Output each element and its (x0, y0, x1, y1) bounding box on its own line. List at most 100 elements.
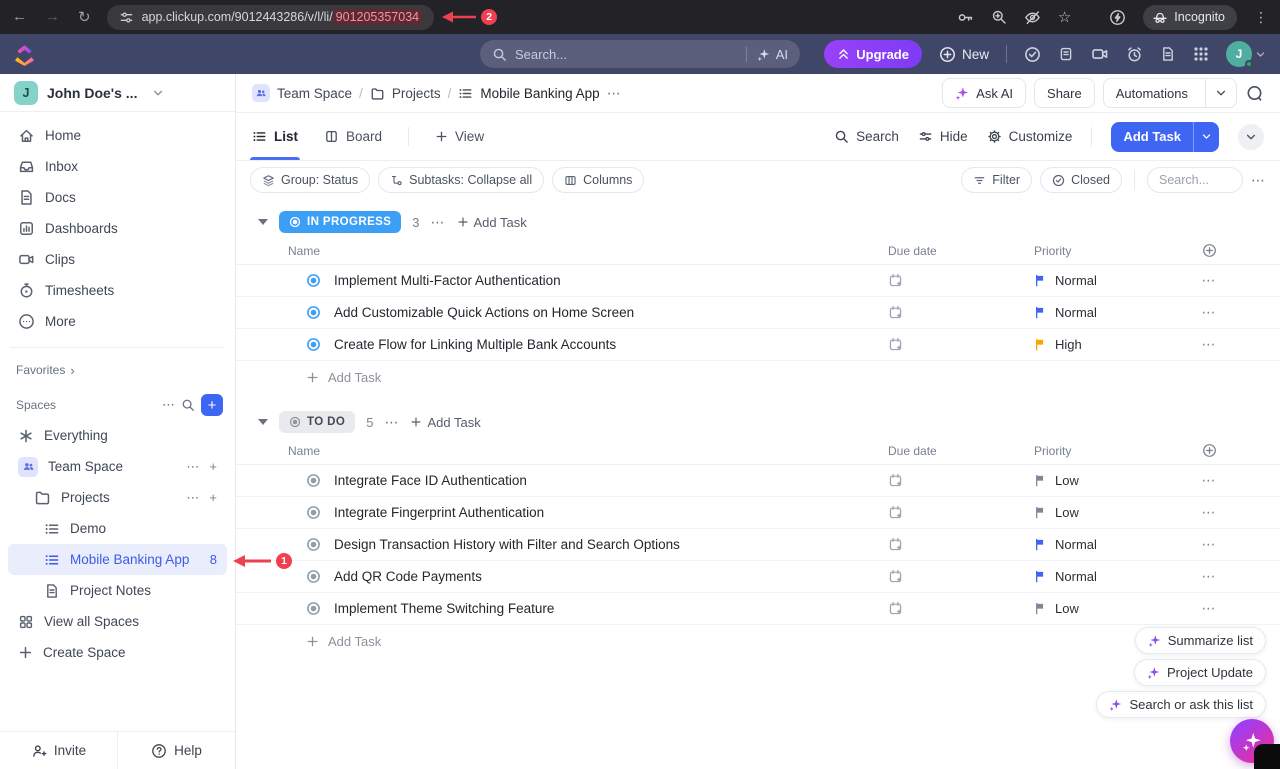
eye-off-icon[interactable] (1024, 9, 1041, 26)
sidebar-item-everything[interactable]: Everything (8, 420, 227, 451)
priority-flag-icon[interactable] (1034, 506, 1047, 519)
group-menu-icon[interactable]: ⋯ (384, 414, 399, 431)
task-menu-icon[interactable]: ⋯ (1202, 568, 1217, 585)
task-row[interactable]: Add QR Code Payments Normal ⋯ (236, 561, 1280, 593)
share-button[interactable]: Share (1034, 78, 1095, 108)
collapse-group-icon[interactable] (258, 419, 268, 425)
notepad-icon[interactable] (1058, 46, 1074, 62)
status-target-icon[interactable] (306, 305, 321, 320)
priority-label[interactable]: Normal (1055, 305, 1097, 320)
chat-icon[interactable] (1245, 84, 1264, 103)
summarize-list-button[interactable]: Summarize list (1135, 627, 1266, 654)
clip-record-icon[interactable] (1091, 45, 1109, 63)
zoom-in-icon[interactable] (991, 9, 1007, 25)
filter-pill[interactable]: Filter (961, 167, 1032, 193)
task-menu-icon[interactable]: ⋯ (1202, 536, 1217, 553)
sidebar-item-demo-list[interactable]: Demo (8, 513, 227, 544)
team-space-add-icon[interactable]: + (209, 459, 217, 475)
extension-icon[interactable] (1109, 9, 1126, 26)
breadcrumb-menu-icon[interactable]: ⋯ (607, 85, 622, 102)
sidebar-item-clips[interactable]: Clips (8, 244, 227, 275)
task-name[interactable]: Design Transaction History with Filter a… (334, 537, 680, 552)
favorites-section[interactable]: Favorites › (8, 358, 227, 382)
search-ai-button[interactable]: AI (746, 47, 788, 62)
task-name[interactable]: Integrate Fingerprint Authentication (334, 505, 544, 520)
bookmark-star-icon[interactable]: ☆ (1058, 8, 1071, 26)
breadcrumb-team-space[interactable]: Team Space (277, 86, 352, 101)
breadcrumb-projects[interactable]: Projects (392, 86, 441, 101)
task-menu-icon[interactable]: ⋯ (1202, 472, 1217, 489)
task-menu-icon[interactable]: ⋯ (1202, 600, 1217, 617)
browser-forward-button[interactable]: → (45, 8, 60, 26)
priority-label[interactable]: High (1055, 337, 1082, 352)
task-row[interactable]: Integrate Face ID Authentication Low ⋯ (236, 465, 1280, 497)
hide-button[interactable]: Hide (918, 129, 968, 144)
priority-label[interactable]: Low (1055, 505, 1079, 520)
add-task-chevron[interactable] (1193, 122, 1219, 152)
sidebar-item-more[interactable]: More (8, 306, 227, 337)
reminder-clock-icon[interactable] (1126, 46, 1143, 63)
collapse-group-icon[interactable] (258, 219, 268, 225)
spaces-search-icon[interactable] (181, 398, 195, 412)
task-menu-icon[interactable]: ⋯ (1202, 504, 1217, 521)
add-task-row[interactable]: Add Task (236, 361, 1280, 393)
closed-pill[interactable]: Closed (1040, 167, 1122, 193)
ask-list-button[interactable]: Search or ask this list (1096, 691, 1266, 718)
sidebar-item-mobile-banking-app[interactable]: Mobile Banking App 8 (8, 544, 227, 575)
global-search[interactable]: Search... AI (480, 40, 800, 68)
status-badge[interactable]: IN PROGRESS (279, 211, 401, 233)
column-priority[interactable]: Priority (1034, 244, 1186, 258)
priority-flag-icon[interactable] (1034, 602, 1047, 615)
calendar-plus-icon[interactable] (888, 337, 903, 352)
column-name[interactable]: Name (288, 444, 888, 458)
collapse-header-button[interactable] (1238, 124, 1264, 150)
automations-button[interactable]: Automations (1103, 78, 1237, 108)
task-name[interactable]: Add Customizable Quick Actions on Home S… (334, 305, 634, 320)
add-column-icon[interactable] (1202, 243, 1217, 258)
sidebar-item-project-notes[interactable]: Project Notes (8, 575, 227, 606)
status-target-icon[interactable] (306, 505, 321, 520)
calendar-plus-icon[interactable] (888, 305, 903, 320)
new-button[interactable]: New (939, 46, 989, 63)
clickup-logo[interactable] (14, 42, 35, 66)
task-row[interactable]: Integrate Fingerprint Authentication Low… (236, 497, 1280, 529)
help-button[interactable]: Help (117, 732, 235, 769)
status-target-icon[interactable] (306, 601, 321, 616)
priority-label[interactable]: Low (1055, 473, 1079, 488)
status-badge[interactable]: TO DO (279, 411, 355, 433)
browser-reload-button[interactable]: ↻ (78, 8, 91, 26)
status-target-icon[interactable] (306, 569, 321, 584)
sidebar-item-dashboards[interactable]: Dashboards (8, 213, 227, 244)
team-space-menu-icon[interactable]: ⋯ (186, 459, 199, 475)
priority-flag-icon[interactable] (1034, 338, 1047, 351)
address-bar[interactable]: app.clickup.com/9012443286/v/l/li/901205… (107, 5, 435, 30)
status-target-icon[interactable] (306, 337, 321, 352)
task-row[interactable]: Create Flow for Linking Multiple Bank Ac… (236, 329, 1280, 361)
invite-button[interactable]: Invite (0, 732, 117, 769)
priority-flag-icon[interactable] (1034, 274, 1047, 287)
add-task-button[interactable]: Add Task (1111, 122, 1219, 152)
column-name[interactable]: Name (288, 244, 888, 258)
task-name[interactable]: Add QR Code Payments (334, 569, 482, 584)
calendar-plus-icon[interactable] (888, 569, 903, 584)
add-task-row[interactable]: Add Task (236, 625, 1280, 657)
group-menu-icon[interactable]: ⋯ (431, 214, 446, 231)
sidebar-item-view-all-spaces[interactable]: View all Spaces (8, 606, 227, 637)
search-tasks-button[interactable]: Search (834, 129, 899, 144)
task-name[interactable]: Implement Multi-Factor Authentication (334, 273, 561, 288)
calendar-plus-icon[interactable] (888, 273, 903, 288)
apps-grid-icon[interactable] (1193, 46, 1209, 62)
task-row[interactable]: Add Customizable Quick Actions on Home S… (236, 297, 1280, 329)
tab-board[interactable]: Board (324, 113, 382, 160)
sidebar-item-team-space[interactable]: Team Space ⋯+ (8, 451, 227, 482)
status-target-icon[interactable] (306, 273, 321, 288)
site-info-icon[interactable] (119, 10, 134, 25)
chevron-down-icon[interactable] (152, 87, 164, 99)
breadcrumb-current-list[interactable]: Mobile Banking App (480, 86, 599, 101)
calendar-plus-icon[interactable] (888, 473, 903, 488)
priority-label[interactable]: Normal (1055, 537, 1097, 552)
sidebar-item-inbox[interactable]: Inbox (8, 151, 227, 182)
priority-label[interactable]: Low (1055, 601, 1079, 616)
task-row[interactable]: Implement Multi-Factor Authentication No… (236, 265, 1280, 297)
priority-label[interactable]: Normal (1055, 569, 1097, 584)
